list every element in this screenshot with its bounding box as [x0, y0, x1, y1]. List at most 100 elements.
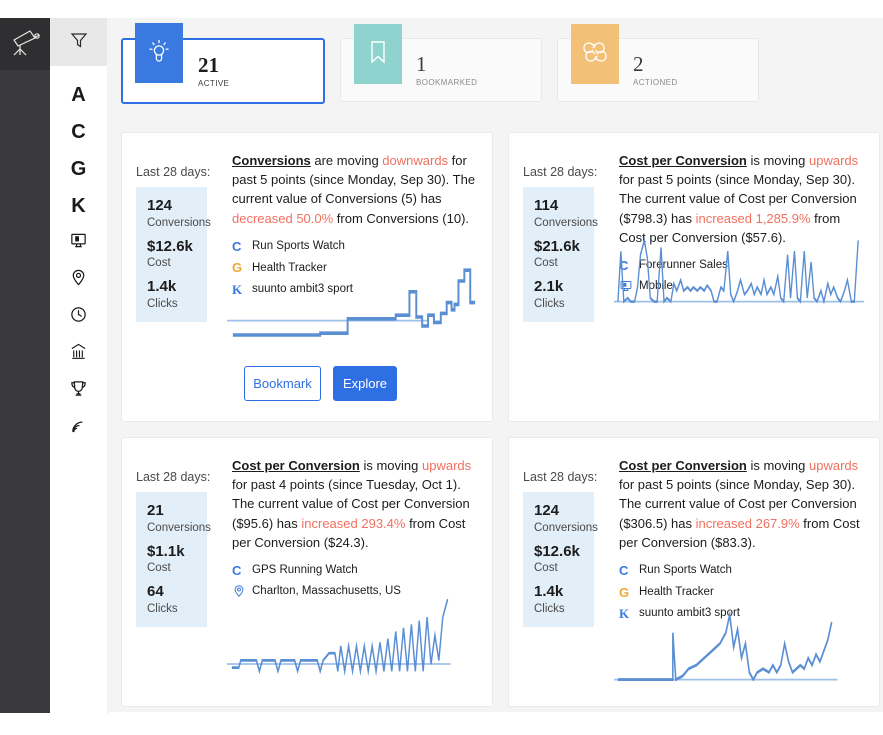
- metric-value: 21: [147, 502, 164, 519]
- stat-card-active[interactable]: 21 Active: [121, 23, 325, 104]
- metrics-box: 114 Conversions $21.6k Cost 2.1k Clicks: [523, 187, 598, 323]
- metric-label: Cost: [534, 562, 558, 575]
- tag-label: Health Tracker: [639, 585, 714, 598]
- sidebar-item-list: A C G K: [50, 66, 107, 446]
- insight-metric-link[interactable]: Cost per Conversion: [619, 153, 747, 168]
- rss-signal-icon: [69, 416, 88, 440]
- adgroup-badge-icon: G: [619, 584, 630, 600]
- sparkline-path: [231, 598, 449, 677]
- period-label: Last 28 days:: [136, 165, 211, 179]
- metrics-box: 124 Conversions $12.6k Cost 1.4k Clicks: [136, 187, 211, 323]
- lightbulb-icon: [146, 36, 172, 71]
- metric-value: 1.4k: [534, 583, 564, 601]
- tag-label: GPS Running Watch: [252, 564, 358, 577]
- app-root: A C G K 21 active 1 bookmarked 2 actione…: [0, 0, 883, 735]
- insight-sentence: Cost per Conversion is moving upwards fo…: [619, 456, 865, 552]
- app-logo[interactable]: [0, 18, 50, 70]
- sidebar-item-devices[interactable]: [50, 224, 107, 261]
- sidebar-item-performance[interactable]: [50, 335, 107, 372]
- sidebar-item-time[interactable]: [50, 298, 107, 335]
- tag-row[interactable]: G Health Tracker: [619, 584, 865, 602]
- metric-value: $12.6k: [534, 542, 580, 560]
- insight-metric-link[interactable]: Cost per Conversion: [232, 458, 360, 473]
- sparkline-path: [232, 268, 476, 337]
- metric-label: Conversions: [147, 216, 211, 229]
- metric-label: Conversions: [534, 216, 598, 229]
- insight-text-part1: is moving: [359, 458, 422, 473]
- metric-label: Cost: [147, 562, 171, 575]
- sidebar-item-k[interactable]: K: [50, 187, 107, 224]
- metric-value: 124: [147, 197, 173, 214]
- insight-text-part1: is moving: [746, 153, 809, 168]
- metric-label: Clicks: [534, 603, 565, 616]
- sidebar-item-a[interactable]: A: [50, 76, 107, 113]
- period-label: Last 28 days:: [523, 165, 598, 179]
- insight-change: increased 267.9%: [695, 515, 800, 531]
- tag-row[interactable]: C Run Sports Watch: [619, 562, 865, 580]
- insight-text-part3: from Conversions (10).: [333, 210, 470, 226]
- sidebar-item-locations[interactable]: [50, 261, 107, 298]
- linked-arrows-icon: [580, 37, 610, 72]
- tag-row[interactable]: C Run Sports Watch: [232, 238, 478, 256]
- stat-card-bookmarked[interactable]: 1 Bookmarked: [340, 24, 542, 102]
- card-metrics-column: Last 28 days: 124 Conversions $12.6k Cos…: [523, 456, 605, 628]
- insight-metric-link[interactable]: Conversions: [232, 153, 311, 168]
- sparkline-path: [617, 609, 833, 682]
- explore-button[interactable]: Explore: [333, 366, 397, 401]
- sidebar-item-feed[interactable]: [50, 409, 107, 446]
- sidebar-item-label: K: [71, 194, 86, 217]
- insight-metric-link[interactable]: Cost per Conversion: [619, 458, 747, 473]
- bar-chart-icon: [69, 342, 88, 366]
- insight-change: decreased 50.0%: [232, 210, 334, 226]
- insight-direction: upwards: [809, 458, 859, 473]
- insight-sentence: Cost per Conversion is moving upwards fo…: [232, 456, 478, 552]
- insight-card-cost-per-conversion-1285[interactable]: Last 28 days: 114 Conversions $21.6k Cos…: [508, 132, 880, 422]
- stat-card-actioned[interactable]: 2 Actioned: [557, 24, 759, 102]
- insight-direction: upwards: [422, 458, 472, 473]
- insight-card-conversions-down[interactable]: Last 28 days: 124 Conversions $12.6k Cos…: [121, 132, 493, 422]
- bookmark-icon: [366, 37, 390, 72]
- sparkline-path: [617, 236, 859, 305]
- location-pin-icon: [69, 268, 88, 292]
- stat-label: Actioned: [633, 76, 678, 89]
- tag-row[interactable]: C GPS Running Watch: [232, 562, 478, 580]
- metric-value: $21.6k: [534, 237, 580, 255]
- card-metrics-column: Last 28 days: 114 Conversions $21.6k Cos…: [523, 151, 605, 323]
- stat-label: Active: [198, 77, 230, 90]
- insight-direction: downwards: [382, 153, 449, 168]
- sidebar-item-label: G: [70, 157, 87, 180]
- insight-card-cost-per-conversion-267[interactable]: Last 28 days: 124 Conversions $12.6k Cos…: [508, 437, 880, 707]
- insight-change: increased 293.4%: [301, 515, 406, 531]
- metric-label: Conversions: [534, 521, 598, 534]
- sidebar-item-g[interactable]: G: [50, 150, 107, 187]
- stat-count: 1: [416, 51, 427, 76]
- card-metrics-column: Last 28 days: 124 Conversions $12.6k Cos…: [136, 151, 218, 323]
- metric-value: 114: [534, 197, 559, 214]
- sparkline-chart: [614, 236, 865, 305]
- insight-change: increased 1,285.9%: [695, 210, 811, 226]
- period-label: Last 28 days:: [523, 470, 598, 484]
- card-text-column: Cost per Conversion is moving upwards fo…: [605, 456, 865, 627]
- main-content: 21 Active 1 Bookmarked: [107, 18, 883, 712]
- device-monitor-icon: [69, 231, 88, 255]
- metric-label: Clicks: [534, 298, 565, 311]
- bookmark-icon-tile: [354, 24, 402, 84]
- insight-card-cost-per-conversion-293[interactable]: Last 28 days: 21 Conversions $1.1k Cost …: [121, 437, 493, 707]
- metric-label: Cost: [147, 257, 171, 270]
- sidebar-item-label: A: [71, 83, 86, 106]
- sidebar-item-competitors[interactable]: [50, 372, 107, 409]
- metric-label: Clicks: [147, 603, 178, 616]
- telescope-icon: [8, 27, 42, 62]
- sidebar-item-label: C: [71, 120, 86, 143]
- campaign-badge-icon: C: [232, 563, 242, 579]
- metric-value: 64: [147, 583, 164, 601]
- funnel-filter-icon: [69, 30, 89, 55]
- insight-text-part1: are moving: [310, 153, 383, 168]
- stat-label: Bookmarked: [416, 76, 478, 89]
- metric-label: Clicks: [147, 298, 178, 311]
- insight-text-part1: is moving: [746, 458, 809, 473]
- metrics-box: 21 Conversions $1.1k Cost 64 Clicks: [136, 492, 211, 628]
- filter-button[interactable]: [50, 18, 107, 66]
- bookmark-button[interactable]: Bookmark: [244, 366, 321, 401]
- sidebar-item-c[interactable]: C: [50, 113, 107, 150]
